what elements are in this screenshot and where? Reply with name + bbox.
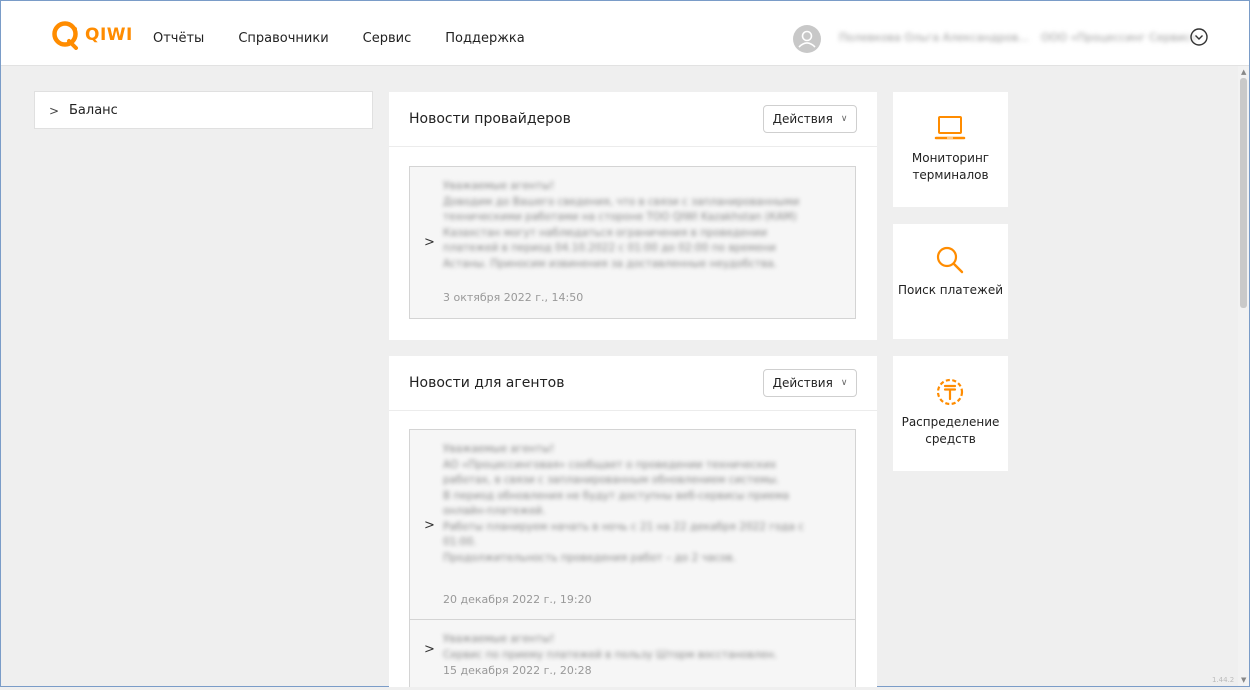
provider-news-list: > Уважаемые агенты! Доводим до Вашего св… — [409, 166, 856, 319]
provider-news-header: Новости провайдеров Действия ∨ — [389, 92, 877, 147]
news-line: техническими работами на стороне ТОО QIW… — [443, 211, 797, 223]
agent-news-list: > Уважаемые агенты! АО «Процессинговая» … — [409, 429, 856, 687]
tile-terminal-monitoring[interactable]: Мониторинг терминалов — [893, 92, 1008, 207]
balance-label: Баланс — [69, 103, 118, 118]
news-line: 01:00. — [443, 536, 477, 548]
user-icon — [798, 30, 816, 48]
balance-expander[interactable]: > Баланс — [34, 91, 373, 129]
news-text: Уважаемые агенты! Доводим до Вашего свед… — [443, 179, 835, 272]
tile-label: Мониторинг терминалов — [911, 151, 990, 182]
actions-label: Действия — [772, 112, 833, 126]
chevron-down-icon: ∨ — [840, 114, 848, 124]
nav-reports[interactable]: Отчёты — [153, 31, 204, 46]
main-nav: Отчёты Справочники Сервис Поддержка — [153, 31, 559, 46]
tile-label: Распределение средств — [901, 415, 1000, 446]
tile-payment-search[interactable]: Поиск платежей — [893, 224, 1008, 339]
agent-news-panel: Новости для агентов Действия ∨ > Уважаем… — [389, 356, 877, 687]
news-item[interactable]: > Уважаемые агенты! Сервис по приему пла… — [410, 620, 855, 690]
news-text: Уважаемые агенты! АО «Процессинговая» со… — [443, 442, 835, 566]
nav-directories[interactable]: Справочники — [238, 31, 328, 46]
chevron-down-circle-icon[interactable] — [1189, 27, 1209, 47]
news-line: Работы планируем начать в ночь с 21 на 2… — [443, 520, 805, 533]
news-line: Продолжительность проведения работ – до … — [443, 551, 736, 564]
agent-news-title: Новости для агентов — [409, 375, 565, 391]
qiwi-logo-icon — [52, 21, 78, 50]
news-item[interactable]: > Уважаемые агенты! Доводим до Вашего св… — [410, 167, 855, 318]
vertical-scrollbar[interactable]: ▲ ▼ — [1238, 66, 1249, 686]
news-date: 20 декабря 2022 г., 19:20 — [443, 593, 592, 606]
news-text: Уважаемые агенты! Сервис по приему плате… — [443, 632, 835, 663]
app-version: 1.44.2 — [1212, 676, 1235, 684]
news-date: 3 октября 2022 г., 14:50 — [443, 291, 584, 304]
chevron-down-icon: ∨ — [840, 378, 848, 388]
news-line: Уважаемые агенты! — [443, 180, 555, 192]
news-item[interactable]: > Уважаемые агенты! АО «Процессинговая» … — [410, 430, 855, 620]
user-organization[interactable]: ООО «Процессинг Сервис» — [1041, 31, 1197, 44]
scroll-down-arrow-icon[interactable]: ▼ — [1241, 676, 1246, 684]
news-line: В период обновления не будут доступны ве… — [443, 489, 790, 502]
chevron-right-icon: > — [424, 235, 435, 250]
nav-service[interactable]: Сервис — [363, 31, 412, 46]
chevron-right-icon: > — [424, 642, 435, 657]
search-icon — [936, 246, 964, 274]
news-line: работах, в связи с запланированным обнов… — [443, 474, 780, 486]
tile-label: Поиск платежей — [897, 283, 1004, 297]
provider-news-actions-button[interactable]: Действия ∨ — [763, 105, 857, 133]
chevron-right-icon: > — [424, 518, 435, 533]
brand-name: QIWI — [85, 25, 133, 45]
user-avatar[interactable] — [793, 25, 821, 53]
news-line: Сервис по приему платежей в пользу Шторм… — [443, 648, 778, 661]
scrollbar-thumb[interactable] — [1240, 78, 1247, 308]
news-line: Астаны. Приносим извинения за доставленн… — [443, 257, 778, 270]
user-name[interactable]: Полевкова Ольга Александров... — [839, 31, 1029, 44]
tile-funds-distribution[interactable]: Распределение средств — [893, 356, 1008, 471]
provider-news-title: Новости провайдеров — [409, 111, 571, 127]
tenge-coin-icon — [936, 378, 964, 406]
top-header: QIWI Отчёты Справочники Сервис Поддержка… — [1, 1, 1249, 66]
agent-news-header: Новости для агентов Действия ∨ — [389, 356, 877, 411]
news-line: онлайн-платежей. — [443, 505, 546, 517]
laptop-icon — [934, 116, 966, 140]
news-line: Уважаемые агенты! — [443, 443, 555, 455]
scroll-up-arrow-icon[interactable]: ▲ — [1241, 68, 1246, 76]
news-line: АО «Процессинговая» сообщает о проведени… — [443, 458, 777, 471]
actions-label: Действия — [772, 376, 833, 390]
news-line: Уважаемые агенты! — [443, 633, 555, 645]
agent-news-actions-button[interactable]: Действия ∨ — [763, 369, 857, 397]
nav-support[interactable]: Поддержка — [445, 31, 525, 46]
news-line: платежей в период 04.10.2022 с 01:00 до … — [443, 242, 776, 254]
provider-news-panel: Новости провайдеров Действия ∨ > Уважаем… — [389, 92, 877, 340]
news-date: 15 декабря 2022 г., 20:28 — [443, 664, 592, 677]
qiwi-logo[interactable]: QIWI — [51, 21, 133, 50]
chevron-right-icon: > — [49, 104, 60, 118]
news-line: Казахстан могут наблюдаться ограничения … — [443, 226, 768, 239]
news-line: Доводим до Вашего сведения, что в связи … — [443, 195, 800, 208]
